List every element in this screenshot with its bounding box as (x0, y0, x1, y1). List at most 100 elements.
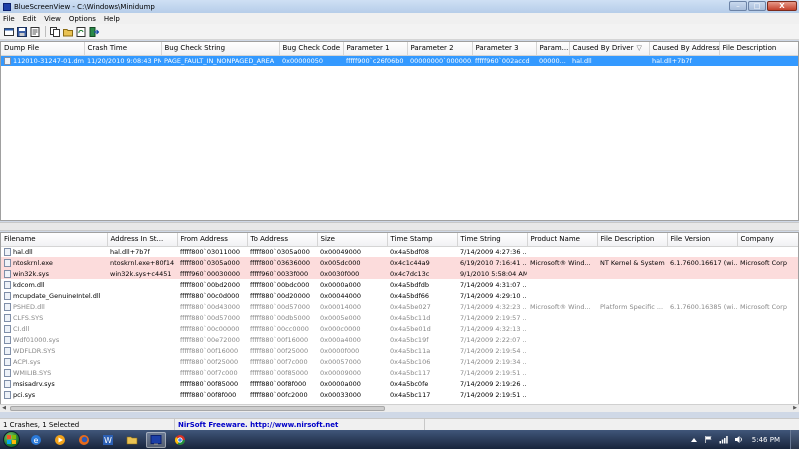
col-address-in-stack[interactable]: Address In St... (107, 233, 178, 247)
show-hidden-icons-icon[interactable] (689, 435, 699, 445)
col-driver-file-description[interactable]: File Description (597, 233, 668, 247)
menu-view[interactable]: View (44, 15, 61, 23)
table-row[interactable]: msisadrv.sys fffff880`00f85000 fffff880`00… (1, 378, 798, 389)
col-to-address[interactable]: To Address (247, 233, 318, 247)
taskbar-clock[interactable]: 5:46 PM (752, 436, 780, 444)
horizontal-scrollbar[interactable]: ◀ ▶ (0, 404, 799, 412)
driver-file-name: CI.dll (13, 324, 30, 333)
menu-file[interactable]: File (3, 15, 15, 23)
exit-icon[interactable] (88, 26, 99, 37)
table-row[interactable]: kdcom.dll fffff800`00bd2000 fffff800`00bdc… (1, 279, 798, 290)
ie-icon[interactable]: e (26, 432, 46, 448)
driver-file-name: win32k.sys (13, 269, 49, 278)
time-stamp-cell: 0x4a5be01d (390, 324, 431, 333)
driver-file-icon (4, 302, 11, 311)
time-stamp-cell: 0x4a5bc19f (390, 335, 429, 344)
col-company[interactable]: Company (737, 233, 798, 247)
save-icon[interactable] (16, 26, 27, 37)
size-cell: 0x00049000 (320, 247, 362, 256)
refresh-icon[interactable] (75, 26, 86, 37)
scroll-left-icon[interactable]: ◀ (0, 405, 8, 412)
scroll-thumb[interactable] (10, 406, 385, 411)
crash-dump-list[interactable]: Dump File Crash Time Bug Check String Bu… (0, 41, 799, 221)
company-cell (737, 345, 798, 356)
bluescreenview-icon[interactable] (146, 431, 166, 448)
title-bar[interactable]: BlueScreenView - C:\Windows\Minidump – □… (0, 0, 799, 13)
minimize-button[interactable]: – (729, 1, 747, 11)
scroll-right-icon[interactable]: ▶ (791, 405, 799, 412)
firefox-icon[interactable] (74, 432, 94, 448)
menu-options[interactable]: Options (69, 15, 96, 23)
table-row[interactable]: Wdf01000.sys fffff880`00e72000 fffff880`00… (1, 334, 798, 345)
col-parameter-4[interactable]: Param... (536, 42, 570, 56)
col-parameter-1[interactable]: Parameter 1 (343, 42, 408, 56)
file-description-cell (597, 268, 667, 279)
file-description-cell (597, 356, 667, 367)
driver-file-name: WDFLDR.SYS (13, 346, 56, 355)
col-file-version[interactable]: File Version (667, 233, 738, 247)
col-parameter-2[interactable]: Parameter 2 (407, 42, 473, 56)
html-report-icon[interactable] (3, 26, 14, 37)
driver-file-icon (4, 357, 11, 366)
table-row[interactable]: 112010-31247-01.dmp 11/20/2010 9:08:43 P… (1, 55, 798, 66)
table-row[interactable]: WDFLDR.SYS fffff880`00f16000 fffff880`00f2… (1, 345, 798, 356)
driver-header-row: Filename Address In St... From Address T… (1, 233, 798, 247)
col-time-stamp[interactable]: Time Stamp (387, 233, 458, 247)
start-button[interactable] (3, 431, 20, 448)
size-cell: 0x0000a000 (320, 379, 361, 388)
size-cell: 0x000a4000 (320, 335, 361, 344)
table-row[interactable]: PSHED.dll fffff880`00d43000 fffff880`00d57… (1, 301, 798, 312)
menu-edit[interactable]: Edit (23, 15, 37, 23)
product-name-cell (527, 268, 597, 279)
table-row[interactable]: hal.dll hal.dll+7b7f fffff800`03011000 ffff… (1, 246, 798, 257)
file-version-cell (667, 345, 737, 356)
status-freeware[interactable]: NirSoft Freeware. http://www.nirsoft.net (175, 418, 425, 431)
copy-icon[interactable] (49, 26, 60, 37)
pane-splitter[interactable] (0, 222, 799, 231)
menu-help[interactable]: Help (104, 15, 120, 23)
chrome-icon[interactable] (170, 432, 190, 448)
company-cell (737, 268, 798, 279)
from-address-cell: fffff880`00e72000 (180, 335, 240, 344)
file-version-cell (667, 389, 737, 400)
explorer-icon[interactable] (122, 432, 142, 448)
maximize-button[interactable]: □ (748, 1, 766, 11)
col-file-description[interactable]: File Description (719, 42, 798, 56)
nirsoft-link[interactable]: NirSoft Freeware. http://www.nirsoft.net (178, 421, 338, 429)
size-cell: 0x0000a000 (320, 280, 361, 289)
col-product-name[interactable]: Product Name (527, 233, 598, 247)
col-caused-by-address[interactable]: Caused By Address (649, 42, 720, 56)
col-bug-check-string[interactable]: Bug Check String (161, 42, 280, 56)
table-row[interactable]: ntoskrnl.exe ntoskrnl.exe+80f14 fffff800`0… (1, 257, 798, 268)
word-icon[interactable]: W (98, 432, 118, 448)
network-icon[interactable] (719, 435, 729, 445)
table-row[interactable]: ACPI.sys fffff880`00f25000 fffff880`00f7c0… (1, 356, 798, 367)
show-desktop-button[interactable] (790, 430, 799, 449)
file-version-cell (667, 290, 737, 301)
col-caused-by-driver[interactable]: Caused By Driver ▽ (569, 42, 650, 56)
table-row[interactable]: CI.dll fffff880`00c00000 fffff880`00cc0000… (1, 323, 798, 334)
col-filename[interactable]: Filename (1, 233, 108, 247)
properties-icon[interactable] (29, 26, 40, 37)
col-parameter-3[interactable]: Parameter 3 (472, 42, 537, 56)
col-from-address[interactable]: From Address (177, 233, 248, 247)
col-crash-time[interactable]: Crash Time (84, 42, 162, 56)
media-player-icon[interactable] (50, 432, 70, 448)
table-row[interactable]: win32k.sys win32k.sys+c4451 fffff960`00030… (1, 268, 798, 279)
address-in-stack-cell (107, 279, 177, 290)
table-row[interactable]: WMILIB.SYS fffff880`00f7c000 fffff880`00f8… (1, 367, 798, 378)
driver-file-icon (4, 291, 11, 300)
close-button[interactable]: X (767, 1, 797, 11)
from-address-cell: fffff880`00f85000 (180, 379, 239, 388)
driver-list[interactable]: Filename Address In St... From Address T… (0, 232, 799, 412)
table-row[interactable]: CLFS.SYS fffff880`00d57000 fffff880`00db50… (1, 312, 798, 323)
col-time-string[interactable]: Time String (457, 233, 528, 247)
col-dump-file[interactable]: Dump File (1, 42, 85, 56)
col-bug-check-code[interactable]: Bug Check Code (279, 42, 344, 56)
table-row[interactable]: pci.sys fffff880`00f8f000 fffff880`00fc200… (1, 389, 798, 400)
col-size[interactable]: Size (317, 233, 388, 247)
action-center-flag-icon[interactable] (704, 435, 714, 445)
open-icon[interactable] (62, 26, 73, 37)
volume-icon[interactable] (734, 435, 744, 445)
table-row[interactable]: mcupdate_GenuineIntel.dll fffff880`00c0d0… (1, 290, 798, 301)
